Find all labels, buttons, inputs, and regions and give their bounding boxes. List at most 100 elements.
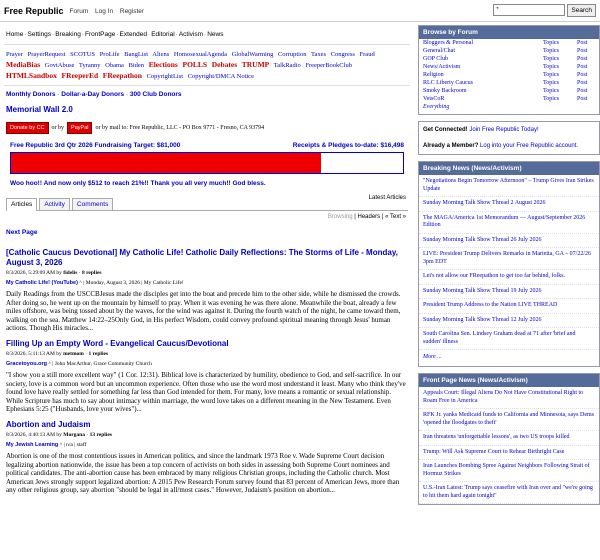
topic-link[interactable]: Aliens [152,51,169,58]
forum-post-link[interactable]: Post [577,48,587,54]
headers-link[interactable]: Headers [358,214,381,220]
nav-link-news[interactable]: News [207,31,223,38]
topic-link[interactable]: GovtAbuse [45,62,75,69]
next-page-link[interactable]: Next Page [4,223,410,248]
donate-paypal-button[interactable]: PayPal [67,122,93,134]
memorial-wall-link[interactable]: Memorial Wall 2.0 [6,105,73,114]
tab-activity[interactable]: Activity [39,198,70,210]
news-link[interactable]: Appeals Court: Illegal Aliens Do Not Hav… [423,390,583,404]
forum-link[interactable]: Forum [70,8,89,15]
topic-link[interactable]: HomosexualAgenda [174,51,227,58]
forum-topics-link[interactable]: Topics [543,48,559,54]
topic-link[interactable]: FReepathon [103,71,142,80]
post-replies[interactable]: 13 replies [90,432,112,438]
join-link[interactable]: Join Free Republic Today! [469,127,538,133]
search-input[interactable] [493,4,566,16]
everything-link[interactable]: Everything [423,104,449,110]
forum-topics-link[interactable]: Topics [543,96,559,102]
post-author[interactable]: fidelis [63,270,77,276]
topic-link[interactable]: Tyranny [79,62,101,69]
topic-link[interactable]: TalkRadio [274,62,301,69]
news-link[interactable]: RFK Jr. yanks Medicaid funds to Californ… [423,412,594,426]
topic-link[interactable]: Corruption [278,51,307,58]
news-link[interactable]: Sunday Morning Talk Show Thread 12 July … [423,317,542,323]
news-link[interactable]: Let's not allow our FReepathon to get to… [423,273,565,279]
topic-link[interactable]: PrayerRequest [28,51,66,58]
topic-link[interactable]: HTMLSandbox [6,71,57,80]
forum-name-link[interactable]: RLC Liberty Caucus [423,80,473,86]
nav-link-settings[interactable]: Settings [28,31,52,38]
forum-post-link[interactable]: Post [577,56,587,62]
post-title[interactable]: [Catholic Caucus Devotional] My Catholic… [6,248,408,268]
news-link[interactable]: Trump: Will Ask Supreme Court to Rehear … [423,449,564,455]
forum-post-link[interactable]: Post [577,96,587,102]
donate-cc-button[interactable]: Donate by CC [6,122,49,134]
news-link[interactable]: South Carolina Sen. Lindsey Graham dead … [423,331,576,345]
forum-topics-link[interactable]: Topics [543,56,559,62]
forum-post-link[interactable]: Post [577,72,587,78]
topic-link[interactable]: TRUMP [242,60,270,69]
post-author[interactable]: Morgana [63,432,85,438]
forum-topics-link[interactable]: Topics [543,80,559,86]
nav-link-editorial[interactable]: Editorial [151,31,174,38]
donor-link[interactable]: Dollar-a-Day Donors [61,91,124,98]
topic-link[interactable]: FReeperEd [61,71,98,80]
topic-link[interactable]: Copyright/DMCA Notice [188,73,254,80]
news-link[interactable]: "Negotiations Begin Tomorrow Afternoon" … [423,178,594,192]
forum-name-link[interactable]: Smoky Backroom [423,88,467,94]
forum-topics-link[interactable]: Topics [543,72,559,78]
login-link[interactable]: Log In [95,8,113,15]
news-link[interactable]: LIVE: President Trump Delivers Remarks i… [423,251,591,265]
topic-link[interactable]: Prayer [6,51,23,58]
topic-link[interactable]: GlobalWarming [232,51,274,58]
post-replies[interactable]: 8 replies [82,270,102,276]
forum-topics-link[interactable]: Topics [543,88,559,94]
post-title[interactable]: Filling Up an Empty Word - Evangelical C… [6,339,408,349]
register-link[interactable]: Register [120,8,144,15]
forum-topics-link[interactable]: Topics [543,64,559,70]
forum-topics-link[interactable]: Topics [543,40,559,46]
topic-link[interactable]: Obama [105,62,124,69]
news-link[interactable]: The MAGA/America 1st Memorandum — August… [423,215,585,229]
news-link[interactable]: Sunday Morning Talk Show Thread 19 July … [423,288,542,294]
forum-name-link[interactable]: General/Chat [423,48,455,54]
nav-link-frontpage[interactable]: FrontPage [85,31,115,38]
forum-name-link[interactable]: Religion [423,72,444,78]
topic-link[interactable]: Fraud [360,51,375,58]
search-button[interactable]: Search [567,4,596,17]
topic-link[interactable]: Biden [129,62,145,69]
text-link[interactable]: Text » [390,214,406,220]
forum-name-link[interactable]: Bloggers & Personal [423,40,473,46]
topic-link[interactable]: Debates [212,60,237,69]
tab-articles[interactable]: Articles [6,198,38,211]
post-source-name[interactable]: My Jewish Learning [6,442,58,448]
post-title[interactable]: Abortion and Judaism [6,420,408,430]
news-link[interactable]: U.S.-Iran Latest: Trump says ceasefire w… [423,485,593,499]
topic-link[interactable]: FreeperBookClub [305,62,352,69]
forum-post-link[interactable]: Post [577,64,587,70]
site-name[interactable]: Free Republic [4,6,64,16]
topic-link[interactable]: SCOTUS [70,51,95,58]
topic-link[interactable]: Congress [331,51,355,58]
forum-name-link[interactable]: GOP Club [423,56,448,62]
news-link[interactable]: Iran Launches Bombing Spree Against Neig… [423,463,590,477]
news-link[interactable]: Iran threatens 'unforgettable lessons', … [423,434,570,440]
topic-link[interactable]: ProLife [100,51,120,58]
forum-post-link[interactable]: Post [577,40,587,46]
nav-link-breaking[interactable]: Breaking [55,31,81,38]
news-link[interactable]: President Trump Address to the Nation LI… [423,302,557,308]
post-author[interactable]: metmom [63,351,84,357]
donor-link[interactable]: Monthly Donors [6,91,55,98]
topic-link[interactable]: Elections [149,60,178,69]
nav-link-home[interactable]: Home [6,31,23,38]
forum-name-link[interactable]: VetsCoR [423,96,444,102]
topic-link[interactable]: Taxes [311,51,326,58]
post-source-name[interactable]: My Catholic Life! (YouTube) [6,280,78,286]
forum-post-link[interactable]: Post [577,88,587,94]
forum-name-link[interactable]: News/Activism [423,64,460,70]
forum-post-link[interactable]: Post [577,80,587,86]
login-account-link[interactable]: Log into your Free Republic account. [480,143,578,149]
topic-link[interactable]: POLLS [182,60,207,69]
nav-link-extended[interactable]: Extended [120,31,147,38]
news-link[interactable]: Sunday Morning Talk Show Thread 2 August… [423,200,546,206]
